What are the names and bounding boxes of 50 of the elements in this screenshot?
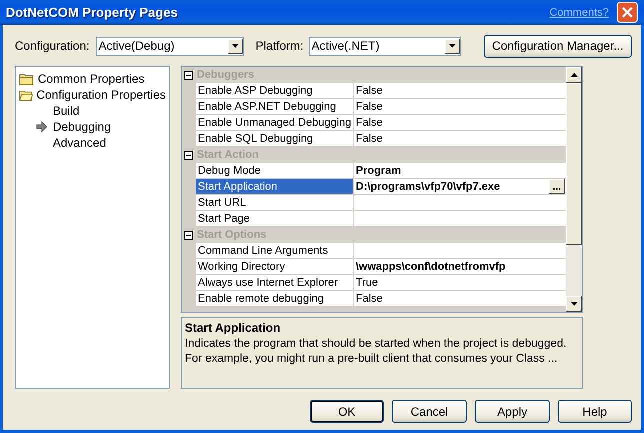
window-title: DotNetCOM Property Pages <box>6 5 179 20</box>
property-value[interactable]: Program <box>356 164 402 176</box>
tree-item[interactable]: Configuration Properties <box>36 88 166 102</box>
property-value[interactable]: False <box>356 132 383 144</box>
dropdown-field[interactable]: Active(Debug) <box>96 36 244 56</box>
scroll-up-icon[interactable] <box>570 73 578 77</box>
scrollbar[interactable] <box>566 67 582 312</box>
dialog-button[interactable]: Help <box>558 400 632 423</box>
description-title: Start Application <box>185 321 282 336</box>
field-label: Configuration: <box>15 39 90 53</box>
scroll-down-icon[interactable] <box>570 302 578 306</box>
property-value[interactable]: D:\programs\vfp70\vfp7.exe <box>356 180 500 192</box>
property-value[interactable]: True <box>356 276 378 288</box>
property-value[interactable]: False <box>356 100 383 112</box>
property-name[interactable]: Debug Mode <box>196 163 354 179</box>
collapse-icon[interactable] <box>184 70 193 80</box>
tree-item[interactable]: Build <box>53 104 80 118</box>
value-cell[interactable] <box>354 195 566 211</box>
value-cell[interactable] <box>354 243 566 259</box>
tree-item[interactable]: Common Properties <box>38 72 145 86</box>
property-value[interactable]: False <box>356 116 383 128</box>
property-name[interactable]: Enable ASP.NET Debugging <box>196 99 354 115</box>
property-name[interactable]: Start Application <box>196 179 354 195</box>
property-value[interactable]: False <box>356 292 383 304</box>
tree-item[interactable]: Advanced <box>53 136 106 150</box>
property-name[interactable]: Enable ASP Debugging <box>196 83 354 99</box>
property-name[interactable]: Command Line Arguments <box>196 243 354 259</box>
browse-button[interactable]: ... <box>549 179 565 194</box>
collapse-icon[interactable] <box>184 150 193 160</box>
property-name[interactable]: Enable Unmanaged Debugging <box>196 115 354 131</box>
dialog-button[interactable]: Cancel <box>392 400 467 423</box>
property-name[interactable]: Enable remote debugging <box>196 291 354 307</box>
description-text: Indicates the program that should be started when the project is debugged. For example, you might run a pre-built client that consumes your Class ... <box>185 337 568 368</box>
collapse-icon[interactable] <box>184 230 193 240</box>
dialog-button[interactable]: Apply <box>475 400 550 423</box>
close-icon[interactable] <box>617 2 638 23</box>
property-name[interactable]: Enable SQL Debugging <box>196 131 354 147</box>
tree-item[interactable]: Debugging <box>53 120 112 134</box>
property-value[interactable]: False <box>356 84 383 96</box>
property-name[interactable]: Always use Internet Explorer <box>196 275 354 291</box>
property-name[interactable]: Start Page <box>196 211 354 227</box>
property-name[interactable]: Working Directory <box>196 259 354 275</box>
value-cell[interactable] <box>354 211 566 227</box>
caret-icon <box>448 44 456 48</box>
field-label: Platform: <box>256 39 304 53</box>
caret-icon <box>232 44 239 48</box>
dropdown-field[interactable]: Active(.NET) <box>308 36 461 56</box>
configuration-manager-button[interactable]: Configuration Manager... <box>484 34 632 58</box>
property-name[interactable]: Start URL <box>196 195 354 211</box>
dialog-button[interactable]: OK <box>310 400 384 423</box>
